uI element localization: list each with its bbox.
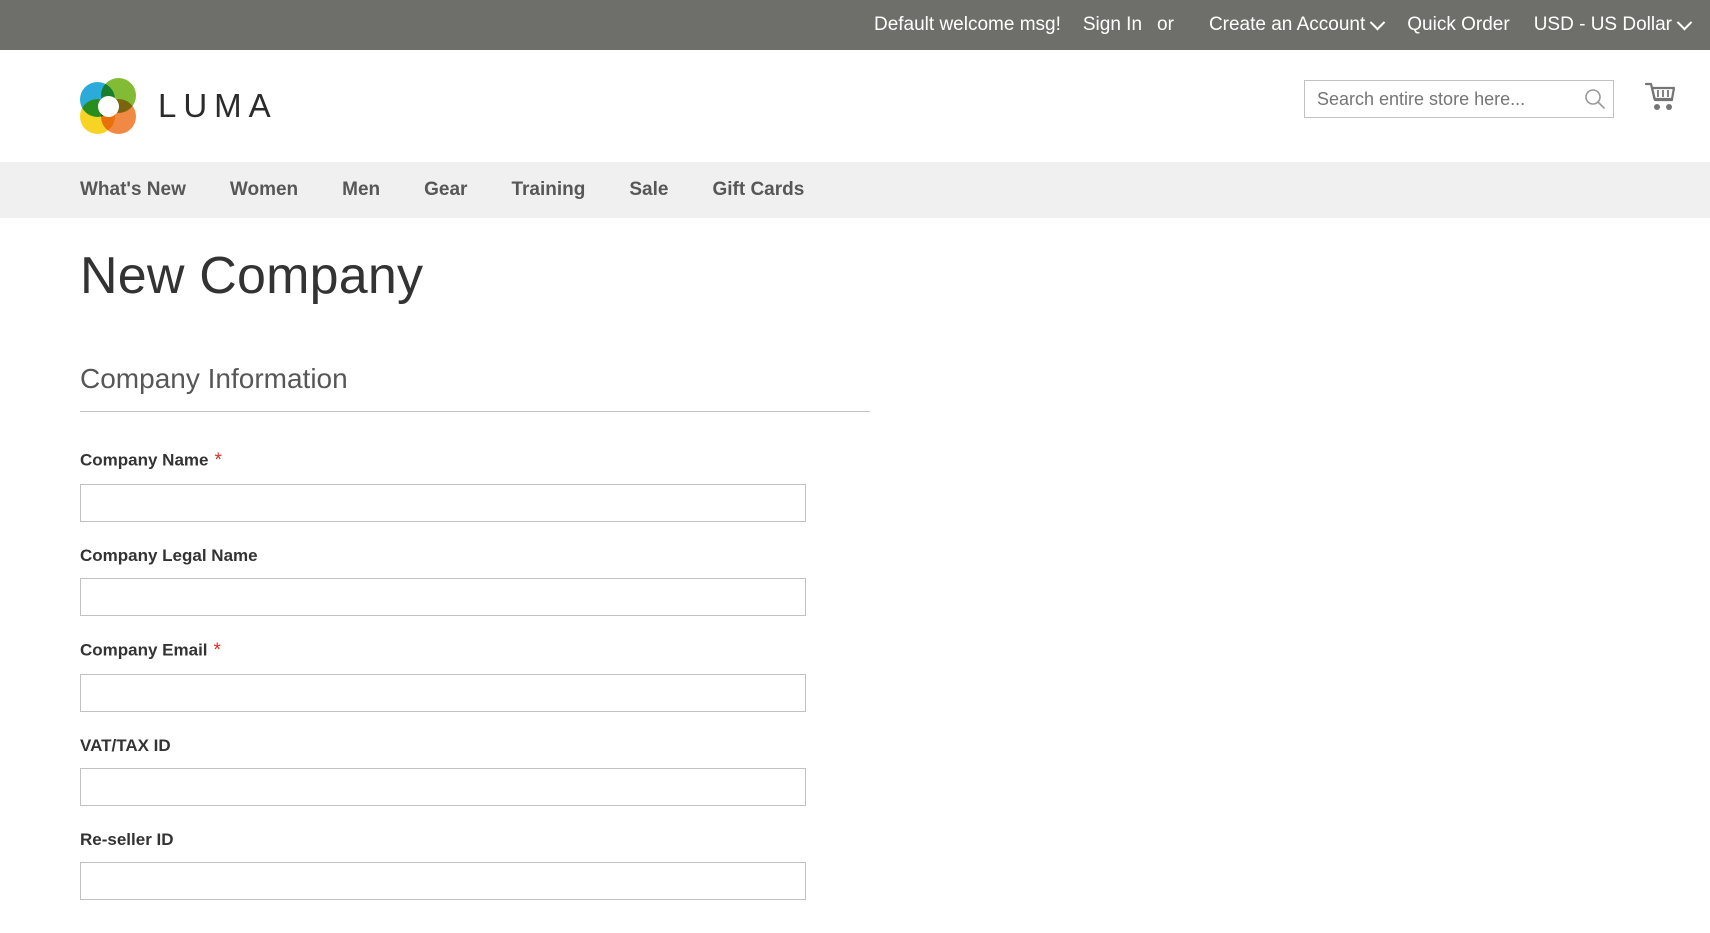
chevron-down-icon (1676, 14, 1693, 30)
nav-item-training[interactable]: Training (511, 179, 585, 201)
label-text: Company Legal Name (80, 546, 258, 566)
nav-item-gift-cards[interactable]: Gift Cards (712, 179, 804, 201)
currency-label: USD - US Dollar (1533, 14, 1672, 35)
fieldset-legend: Company Information (80, 363, 870, 413)
field-company-email: Company Email * (80, 640, 870, 713)
search-box (1304, 80, 1614, 118)
sign-in-link[interactable]: Sign In (1081, 14, 1144, 36)
nav-item-sale[interactable]: Sale (629, 179, 668, 201)
currency-switcher[interactable]: USD - US Dollar (1533, 14, 1693, 36)
label-re-seller-id: Re-seller ID (80, 830, 870, 850)
input-vat-tax-id[interactable] (80, 768, 806, 807)
luma-logo-icon (80, 78, 136, 134)
search-icon (1585, 89, 1605, 109)
top-panel-links: Default welcome msg! Sign In or Create a… (873, 14, 1693, 36)
input-company-email[interactable] (80, 674, 806, 713)
required-marker: * (213, 640, 221, 662)
quick-order-link[interactable]: Quick Order (1405, 14, 1511, 36)
nav-item-men[interactable]: Men (342, 179, 380, 201)
page-title: New Company (80, 247, 424, 305)
nav-item-gear[interactable]: Gear (424, 179, 467, 201)
main-content: New Company Company Information Company … (0, 218, 1710, 901)
label-text: Re-seller ID (80, 830, 174, 850)
label-vat-tax-id: VAT/TAX ID (80, 736, 870, 756)
logo-center-hole (97, 95, 119, 117)
create-account-label: Create an Account (1208, 14, 1366, 35)
shopping-cart-icon (1644, 82, 1676, 110)
label-company-email: Company Email * (80, 640, 870, 662)
welcome-message: Default welcome msg! (873, 14, 1061, 35)
main-navigation: What's New Women Men Gear Training Sale … (0, 162, 1710, 218)
label-text: Company Email (80, 640, 208, 660)
site-header: LUMA (0, 50, 1710, 162)
input-re-seller-id[interactable] (80, 862, 806, 901)
search-input[interactable] (1304, 80, 1614, 118)
nav-item-whats-new[interactable]: What's New (80, 179, 186, 201)
create-account-dropdown[interactable]: Create an Account (1208, 14, 1386, 36)
top-panel: Default welcome msg! Sign In or Create a… (0, 0, 1710, 50)
field-company-name: Company Name * (80, 450, 870, 523)
search-button[interactable] (1582, 86, 1608, 112)
required-marker: * (214, 450, 222, 472)
header-actions (1304, 78, 1682, 120)
company-form: Company Information Company Name * Compan… (80, 363, 870, 901)
label-text: VAT/TAX ID (80, 736, 171, 756)
label-text: Company Name (80, 450, 209, 470)
logo-text: LUMA (158, 87, 278, 124)
field-company-legal-name: Company Legal Name (80, 546, 870, 617)
input-company-name[interactable] (80, 484, 806, 523)
chevron-down-icon (1369, 14, 1386, 30)
minicart-link[interactable] (1640, 76, 1682, 118)
label-company-legal-name: Company Legal Name (80, 546, 870, 566)
nav-item-women[interactable]: Women (230, 179, 298, 201)
field-re-seller-id: Re-seller ID (80, 830, 870, 901)
input-company-legal-name[interactable] (80, 578, 806, 617)
logo-link[interactable]: LUMA (80, 78, 278, 134)
label-company-name: Company Name * (80, 450, 870, 472)
or-separator: or (1157, 14, 1174, 35)
field-vat-tax-id: VAT/TAX ID (80, 736, 870, 807)
